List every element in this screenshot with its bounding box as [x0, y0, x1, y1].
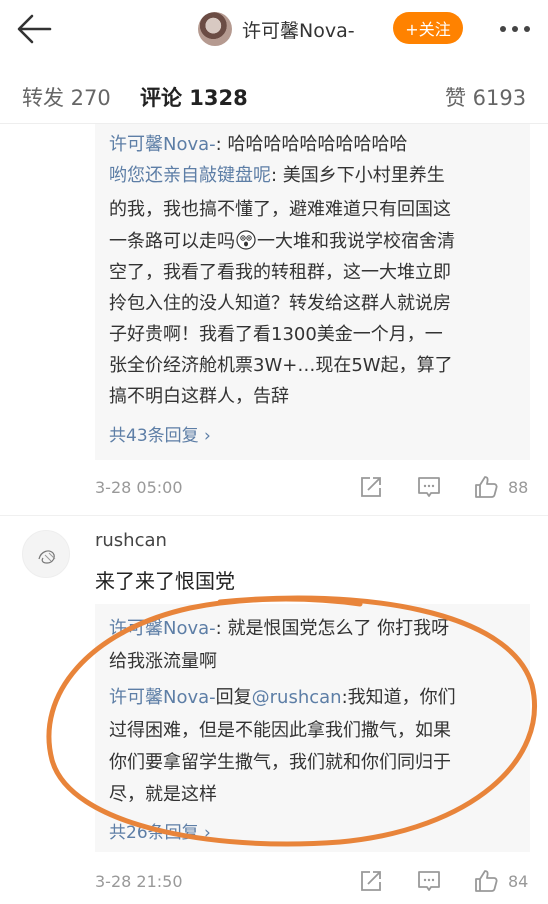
repost-icon[interactable] — [358, 868, 384, 894]
reply-text: 的我，我也搞不懂了，避难难道只有回国这 — [109, 199, 451, 220]
comment-icon[interactable] — [416, 474, 442, 500]
reply-text: 空了，我看了看我的转租群，这一大堆立即 — [109, 262, 451, 283]
reply-text: 一条路可以走吗 — [109, 231, 235, 252]
comment-meta: 3-28 05:00 88 — [95, 474, 535, 504]
back-arrow-icon[interactable] — [14, 12, 54, 46]
mention-link[interactable]: @rushcan — [252, 687, 342, 708]
reply-author[interactable]: 许可馨Nova- — [109, 687, 216, 708]
reply-text: 你们要拿留学生撒气，我们就和你们同归于 — [109, 752, 451, 773]
reply-text: 尽，就是这样 — [109, 784, 217, 805]
reply-text: 回复 — [215, 687, 252, 708]
more-options-icon[interactable] — [495, 9, 535, 49]
reply-author[interactable]: 许可馨Nova- — [109, 134, 216, 155]
reply-text: : 美国乡下小村里养生 — [271, 165, 445, 186]
follow-button[interactable]: +关注 — [393, 12, 463, 44]
like-thumb-icon[interactable] — [473, 474, 499, 500]
reply-box: 许可馨Nova-: 哈哈哈哈哈哈哈哈哈哈 哟您还亲自敲键盘呢: 美国乡下小村里养… — [95, 124, 530, 460]
comment-meta: 3-28 21:50 84 — [95, 868, 535, 898]
reply-box: 许可馨Nova-: 就是恨国党怎么了 你打我呀 给我涨流量啊 许可馨Nova-回… — [95, 604, 530, 852]
reply-author[interactable]: 许可馨Nova- — [109, 618, 216, 639]
avatar[interactable] — [22, 530, 70, 578]
repost-icon[interactable] — [358, 474, 384, 500]
reply-text: 给我涨流量啊 — [109, 651, 217, 672]
shocked-emoji-icon — [236, 230, 256, 250]
reply-item: 许可馨Nova-: 就是恨国党怎么了 你打我呀 — [109, 614, 449, 643]
like-count: 88 — [508, 478, 529, 497]
reply-text: 一大堆和我说学校宿舍清 — [257, 231, 455, 252]
comment-icon[interactable] — [416, 868, 442, 894]
reply-text: :我知道，你们 — [341, 687, 456, 708]
reply-item: 哟您还亲自敲键盘呢: 美国乡下小村里养生 — [109, 161, 445, 190]
reply-item: 许可馨Nova-回复@rushcan:我知道，你们 — [109, 683, 456, 712]
top-bar: 许可馨Nova- +关注 — [0, 0, 548, 58]
comment-author[interactable]: rushcan — [95, 530, 167, 551]
like-count: 84 — [508, 872, 529, 891]
reply-item: 许可馨Nova-: 哈哈哈哈哈哈哈哈哈哈 — [109, 130, 407, 159]
reply-text: 过得困难，但是不能因此拿我们撒气，如果 — [109, 720, 451, 741]
tab-reposts[interactable]: 转发 270 — [22, 82, 111, 112]
tab-likes[interactable]: 赞 6193 — [445, 82, 526, 112]
tab-comments[interactable]: 评论 1328 — [140, 82, 248, 112]
divider — [0, 515, 548, 516]
profile-header[interactable]: 许可馨Nova- — [198, 9, 355, 49]
reply-text: : 哈哈哈哈哈哈哈哈哈哈 — [215, 134, 408, 155]
timestamp: 3-28 21:50 — [95, 872, 183, 891]
tab-bar: 转发 270 评论 1328 赞 6193 — [0, 66, 548, 124]
reply-text: 搞不明白这群人，告辞 — [109, 386, 289, 407]
comment-text: 来了来了恨国党 — [95, 569, 235, 593]
more-replies-link[interactable]: 共43条回复 › — [109, 421, 211, 446]
reply-text-line: 一条路可以走吗 一大堆和我说学校宿舍清 — [109, 227, 455, 256]
reply-text: 张全价经济舱机票3W+…现在5W起，算了 — [109, 355, 453, 376]
timestamp: 3-28 05:00 — [95, 478, 183, 497]
avatar[interactable] — [198, 12, 232, 46]
reply-text: 拎包入住的没人知道？转发给这群人就说房 — [109, 293, 451, 314]
reply-text: 子好贵啊！我看了看1300美金一个月，一 — [109, 324, 443, 345]
reply-author[interactable]: 哟您还亲自敲键盘呢 — [109, 165, 271, 186]
reply-text: : 就是恨国党怎么了 你打我呀 — [215, 618, 450, 639]
more-replies-link[interactable]: 共26条回复 › — [109, 818, 211, 843]
like-thumb-icon[interactable] — [473, 868, 499, 894]
page-title: 许可馨Nova- — [242, 19, 355, 42]
